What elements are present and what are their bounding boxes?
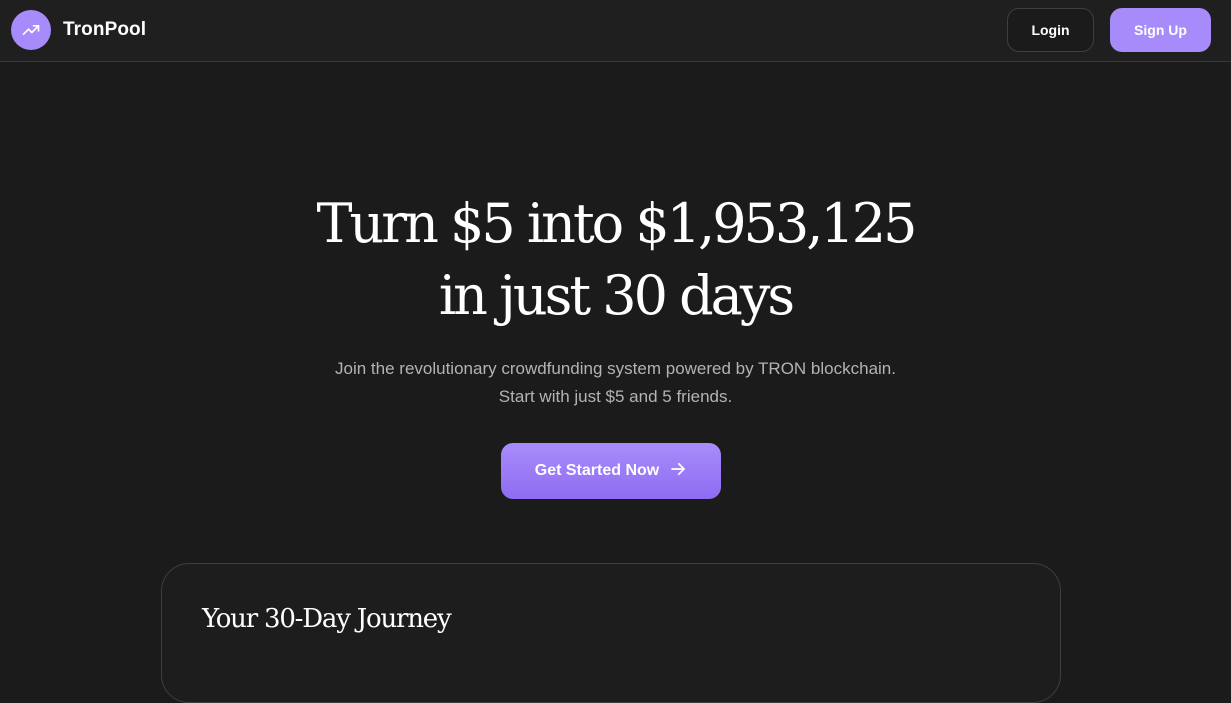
get-started-button[interactable]: Get Started Now: [501, 443, 721, 499]
hero-subtitle: Join the revolutionary crowdfunding syst…: [0, 355, 1231, 411]
journey-card: Your 30-Day Journey: [161, 563, 1061, 703]
hero-title-line-1: Turn $5 into $1,953,125: [316, 192, 917, 255]
journey-title: Your 30-Day Journey: [202, 604, 452, 634]
hero-title-line-2: in just 30 days: [438, 264, 795, 327]
signup-button[interactable]: Sign Up: [1110, 8, 1211, 52]
get-started-label: Get Started Now: [534, 462, 660, 479]
login-button[interactable]: Login: [1007, 8, 1094, 52]
hero-title: Turn $5 into $1,953,125 in just 30 days: [0, 188, 1231, 332]
arrow-right-icon: [669, 460, 687, 483]
trending-up-icon: [11, 10, 51, 50]
brand-link[interactable]: TronPool: [11, 10, 146, 50]
hero-subtitle-line-1: Join the revolutionary crowdfunding syst…: [335, 359, 896, 378]
top-nav: TronPool Login Sign Up: [0, 0, 1231, 62]
brand-name: TronPool: [63, 19, 147, 40]
hero-subtitle-line-2: Start with just $5 and 5 friends.: [498, 387, 733, 406]
